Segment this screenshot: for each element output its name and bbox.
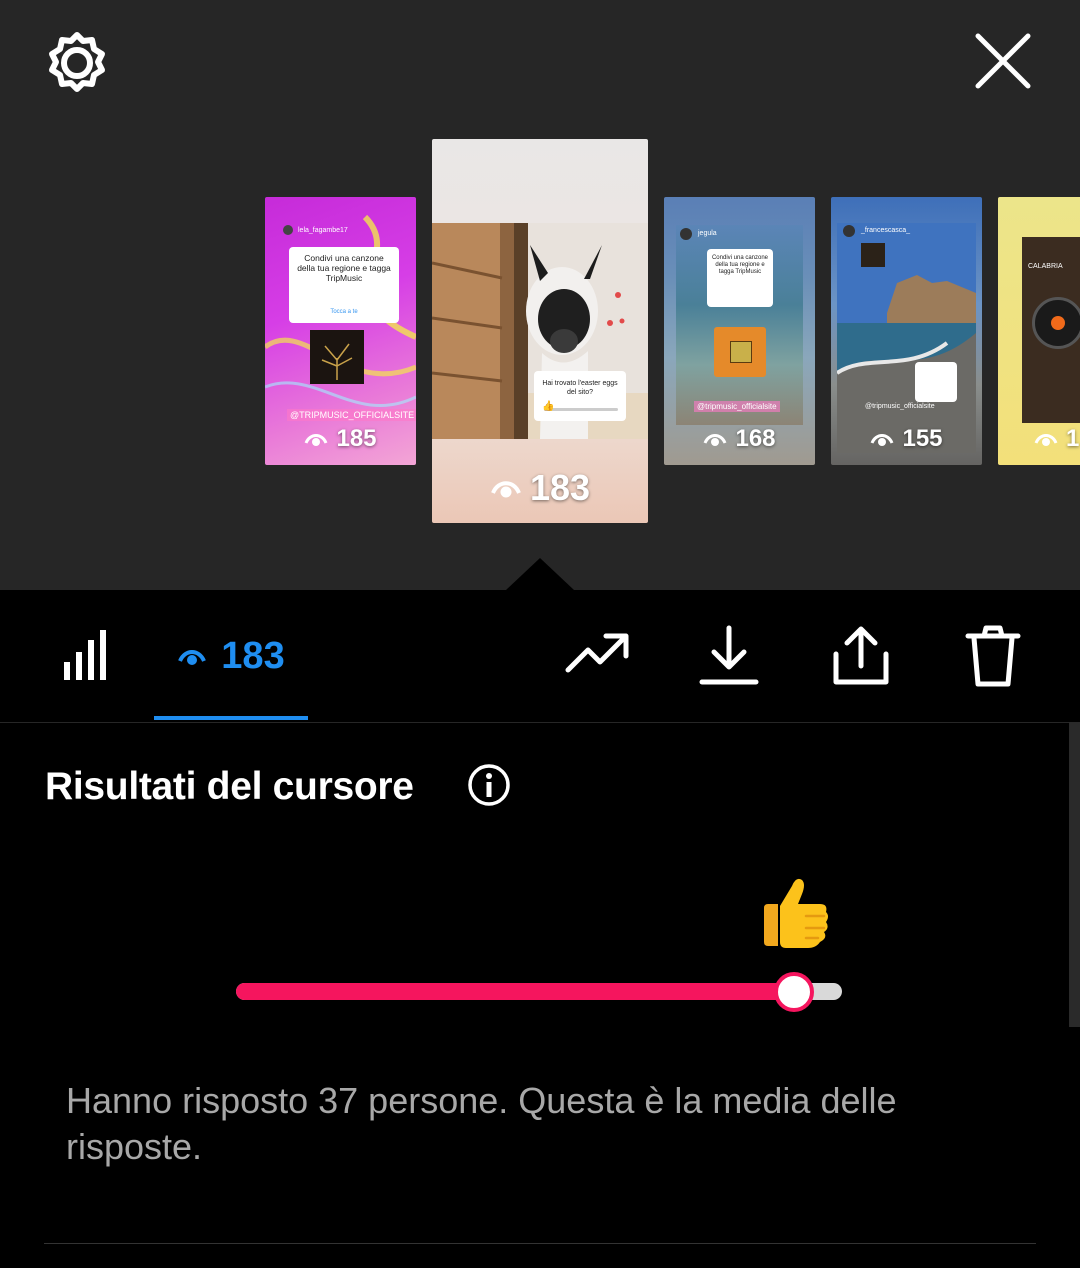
download-icon[interactable] — [696, 624, 762, 688]
eye-icon — [704, 434, 727, 446]
story-thumbnail-1[interactable]: lela_fagambe17 Condivi una canzone della… — [265, 197, 416, 465]
story-content: CALABRIA — [1022, 237, 1080, 423]
stories-strip: lela_fagambe17 Condivi una canzone della… — [0, 0, 1080, 590]
info-icon[interactable] — [467, 763, 511, 807]
album-cover — [861, 243, 885, 267]
mention-tag: @tripmusic_officialsite — [865, 403, 935, 410]
avatar — [680, 228, 692, 240]
close-icon[interactable] — [972, 30, 1034, 92]
album-cover — [310, 330, 364, 384]
question-sticker: Condivi una canzone della tua regione e … — [289, 247, 399, 323]
eye-icon — [1034, 434, 1058, 446]
eye-icon — [178, 650, 207, 665]
eye-icon — [871, 434, 894, 446]
thumbs-up-emoji-icon — [764, 878, 828, 948]
active-tab-indicator — [154, 716, 308, 720]
trash-icon[interactable] — [960, 624, 1026, 688]
story-views-count: 183 — [529, 467, 591, 508]
thumbs-up-icon: 👍 — [542, 401, 555, 412]
sticker-text: Condivi una canzone della tua regione e … — [711, 255, 769, 275]
note-sticker — [915, 362, 957, 402]
story-thumbnail-2-selected[interactable]: Hai trovato l'easter eggs del sito? 👍 18… — [432, 139, 648, 523]
story-views-count: 1 — [1066, 425, 1080, 452]
story-views: 155 — [831, 425, 982, 453]
story-views: 183 — [432, 467, 648, 509]
story-label: CALABRIA — [1028, 263, 1063, 270]
sticker-question: Hai trovato l'easter eggs del sito? — [542, 380, 618, 396]
divider — [44, 1243, 1036, 1244]
story-views-count: 185 — [336, 425, 377, 452]
section-title: Risultati del cursore — [45, 765, 414, 808]
avatar — [283, 225, 293, 235]
selected-story-pointer — [506, 558, 574, 590]
story-thumbnail-3[interactable]: jegula Condivi una canzone della tua reg… — [664, 197, 815, 465]
story-views-count: 155 — [902, 425, 943, 452]
question-sticker: Condivi una canzone della tua regione e … — [707, 249, 773, 307]
slider-knob — [774, 972, 814, 1012]
slider-sticker: Hai trovato l'easter eggs del sito? 👍 — [534, 371, 626, 421]
share-icon[interactable] — [828, 624, 894, 688]
trending-up-icon[interactable] — [564, 624, 630, 688]
avatar — [843, 225, 855, 237]
responses-description: Hanno risposto 37 persone. Questa è la m… — [66, 1080, 897, 1167]
tab-views[interactable]: 183 — [154, 630, 308, 682]
scrollbar[interactable] — [1069, 722, 1080, 1027]
story-toolbar: 183 — [0, 590, 1080, 723]
story-thumbnail-5[interactable]: CALABRIA 1 — [998, 197, 1080, 465]
story-views-count: 168 — [735, 425, 776, 452]
story-thumbnail-4[interactable]: _francescasca_ @tripmusic_officialsite 1… — [831, 197, 982, 465]
story-username: jegula — [698, 230, 717, 237]
gear-icon[interactable] — [44, 30, 110, 96]
story-username: lela_fagambe17 — [298, 227, 348, 234]
reply-label: Tocca a te — [330, 309, 358, 315]
sticker-text: Condivi una canzone della tua regione e … — [297, 253, 391, 283]
eye-icon — [491, 481, 521, 498]
eye-icon — [305, 434, 328, 446]
views-count: 183 — [221, 634, 285, 677]
music-sticker — [714, 327, 766, 377]
story-views: 168 — [664, 425, 815, 453]
story-username: _francescasca_ — [861, 227, 911, 234]
mention-tag: @tripmusic_officialsite — [694, 401, 780, 412]
story-views: 1 — [998, 425, 1080, 453]
story-views: 185 — [265, 425, 416, 453]
slider-fill — [236, 983, 794, 1000]
average-slider — [236, 972, 842, 1012]
mention-tag: @TRIPMUSIC_OFFICIALSITE — [287, 409, 416, 421]
insights-bar-chart-icon[interactable] — [62, 628, 114, 682]
